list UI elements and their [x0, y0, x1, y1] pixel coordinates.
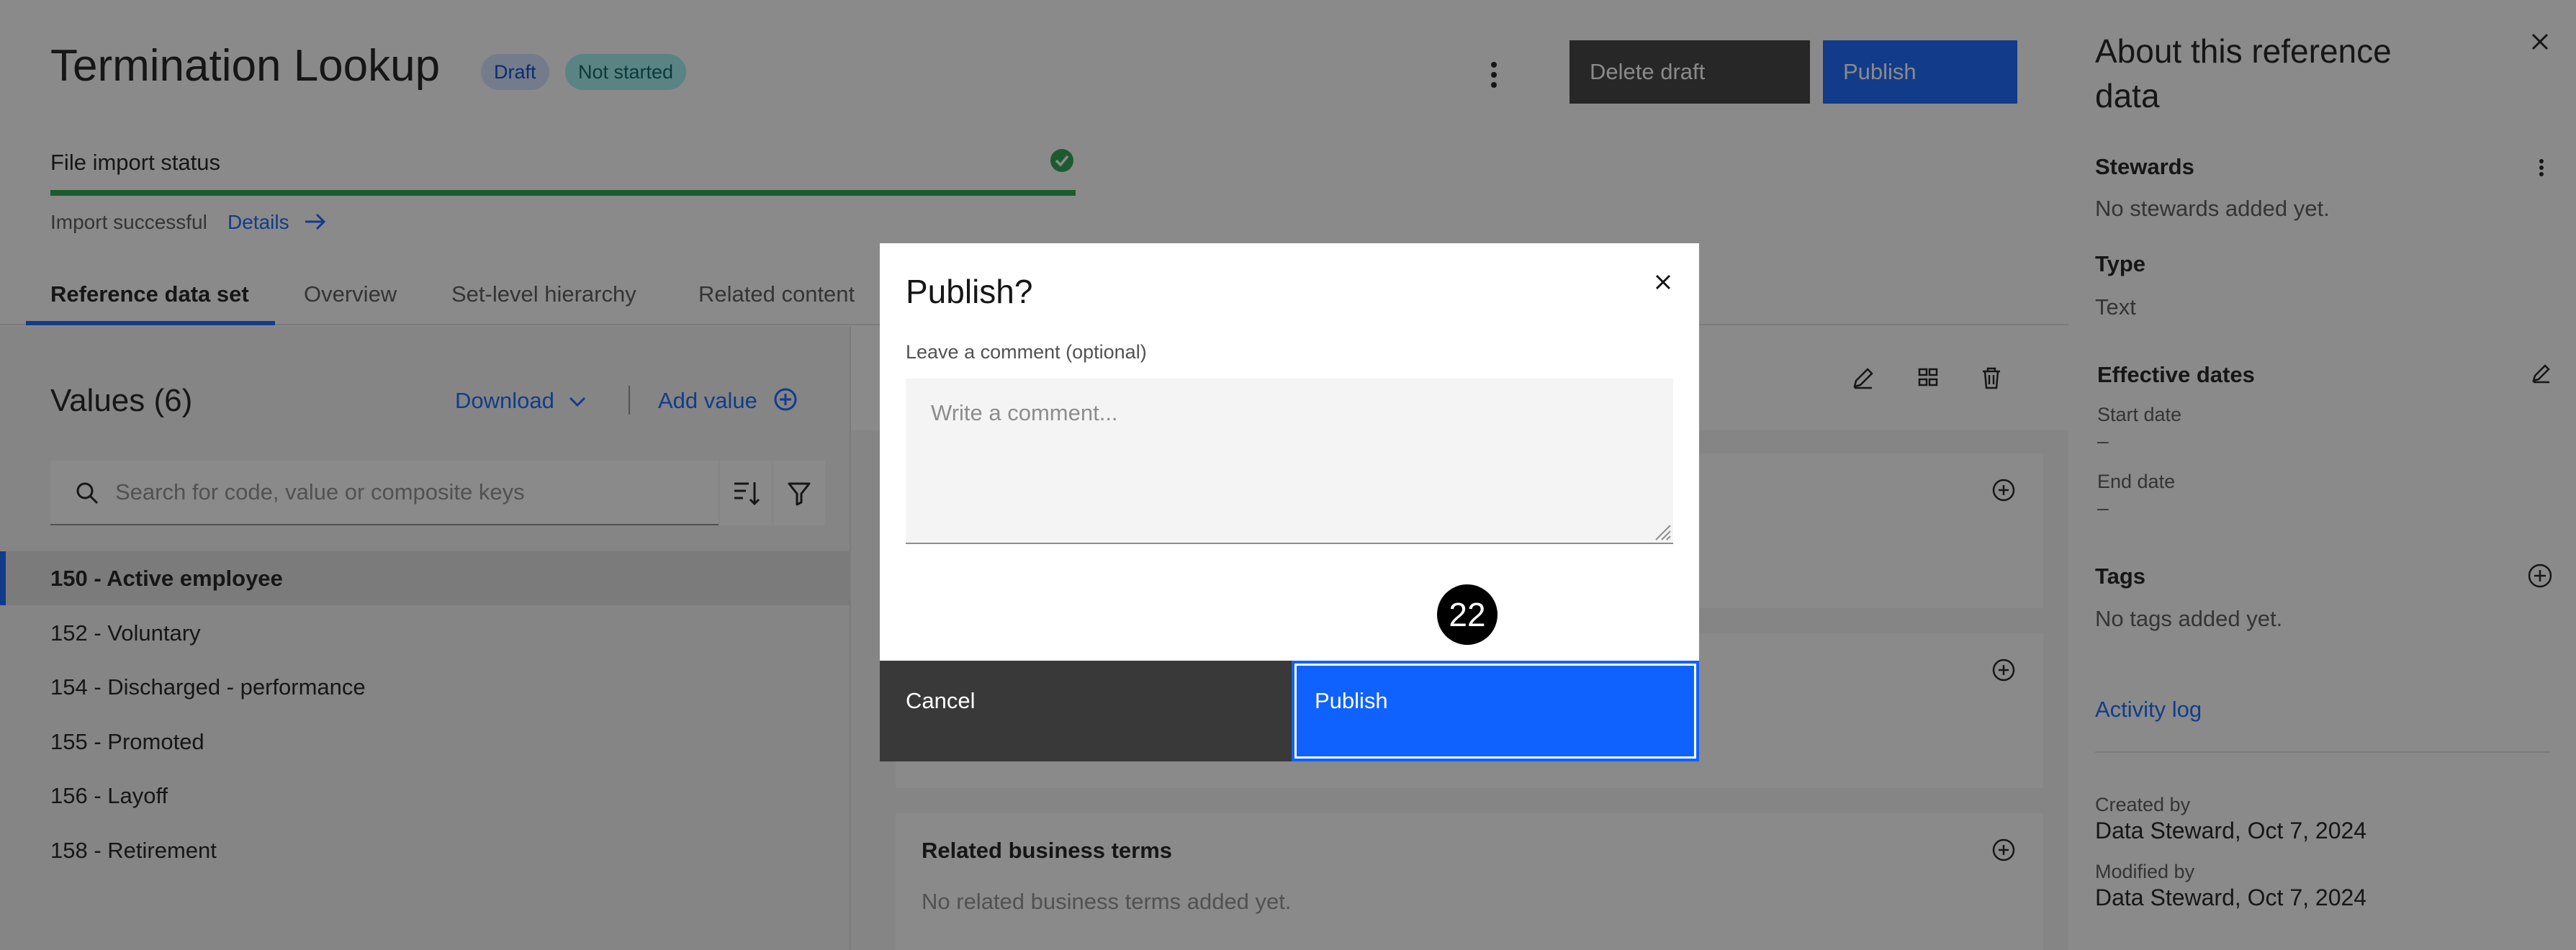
close-icon[interactable] [1649, 268, 1677, 297]
cancel-button[interactable]: Cancel [880, 661, 1292, 761]
step-number-badge: 22 [1437, 584, 1498, 645]
cancel-label: Cancel [906, 688, 976, 713]
publish-button[interactable]: Publish [1292, 661, 1699, 761]
modal-title: Publish? [906, 273, 1033, 310]
comment-placeholder: Write a comment... [931, 400, 1118, 425]
comment-label: Leave a comment (optional) [906, 341, 1147, 363]
publish-label: Publish [1315, 688, 1388, 713]
resize-grip-icon[interactable] [1653, 522, 1672, 541]
